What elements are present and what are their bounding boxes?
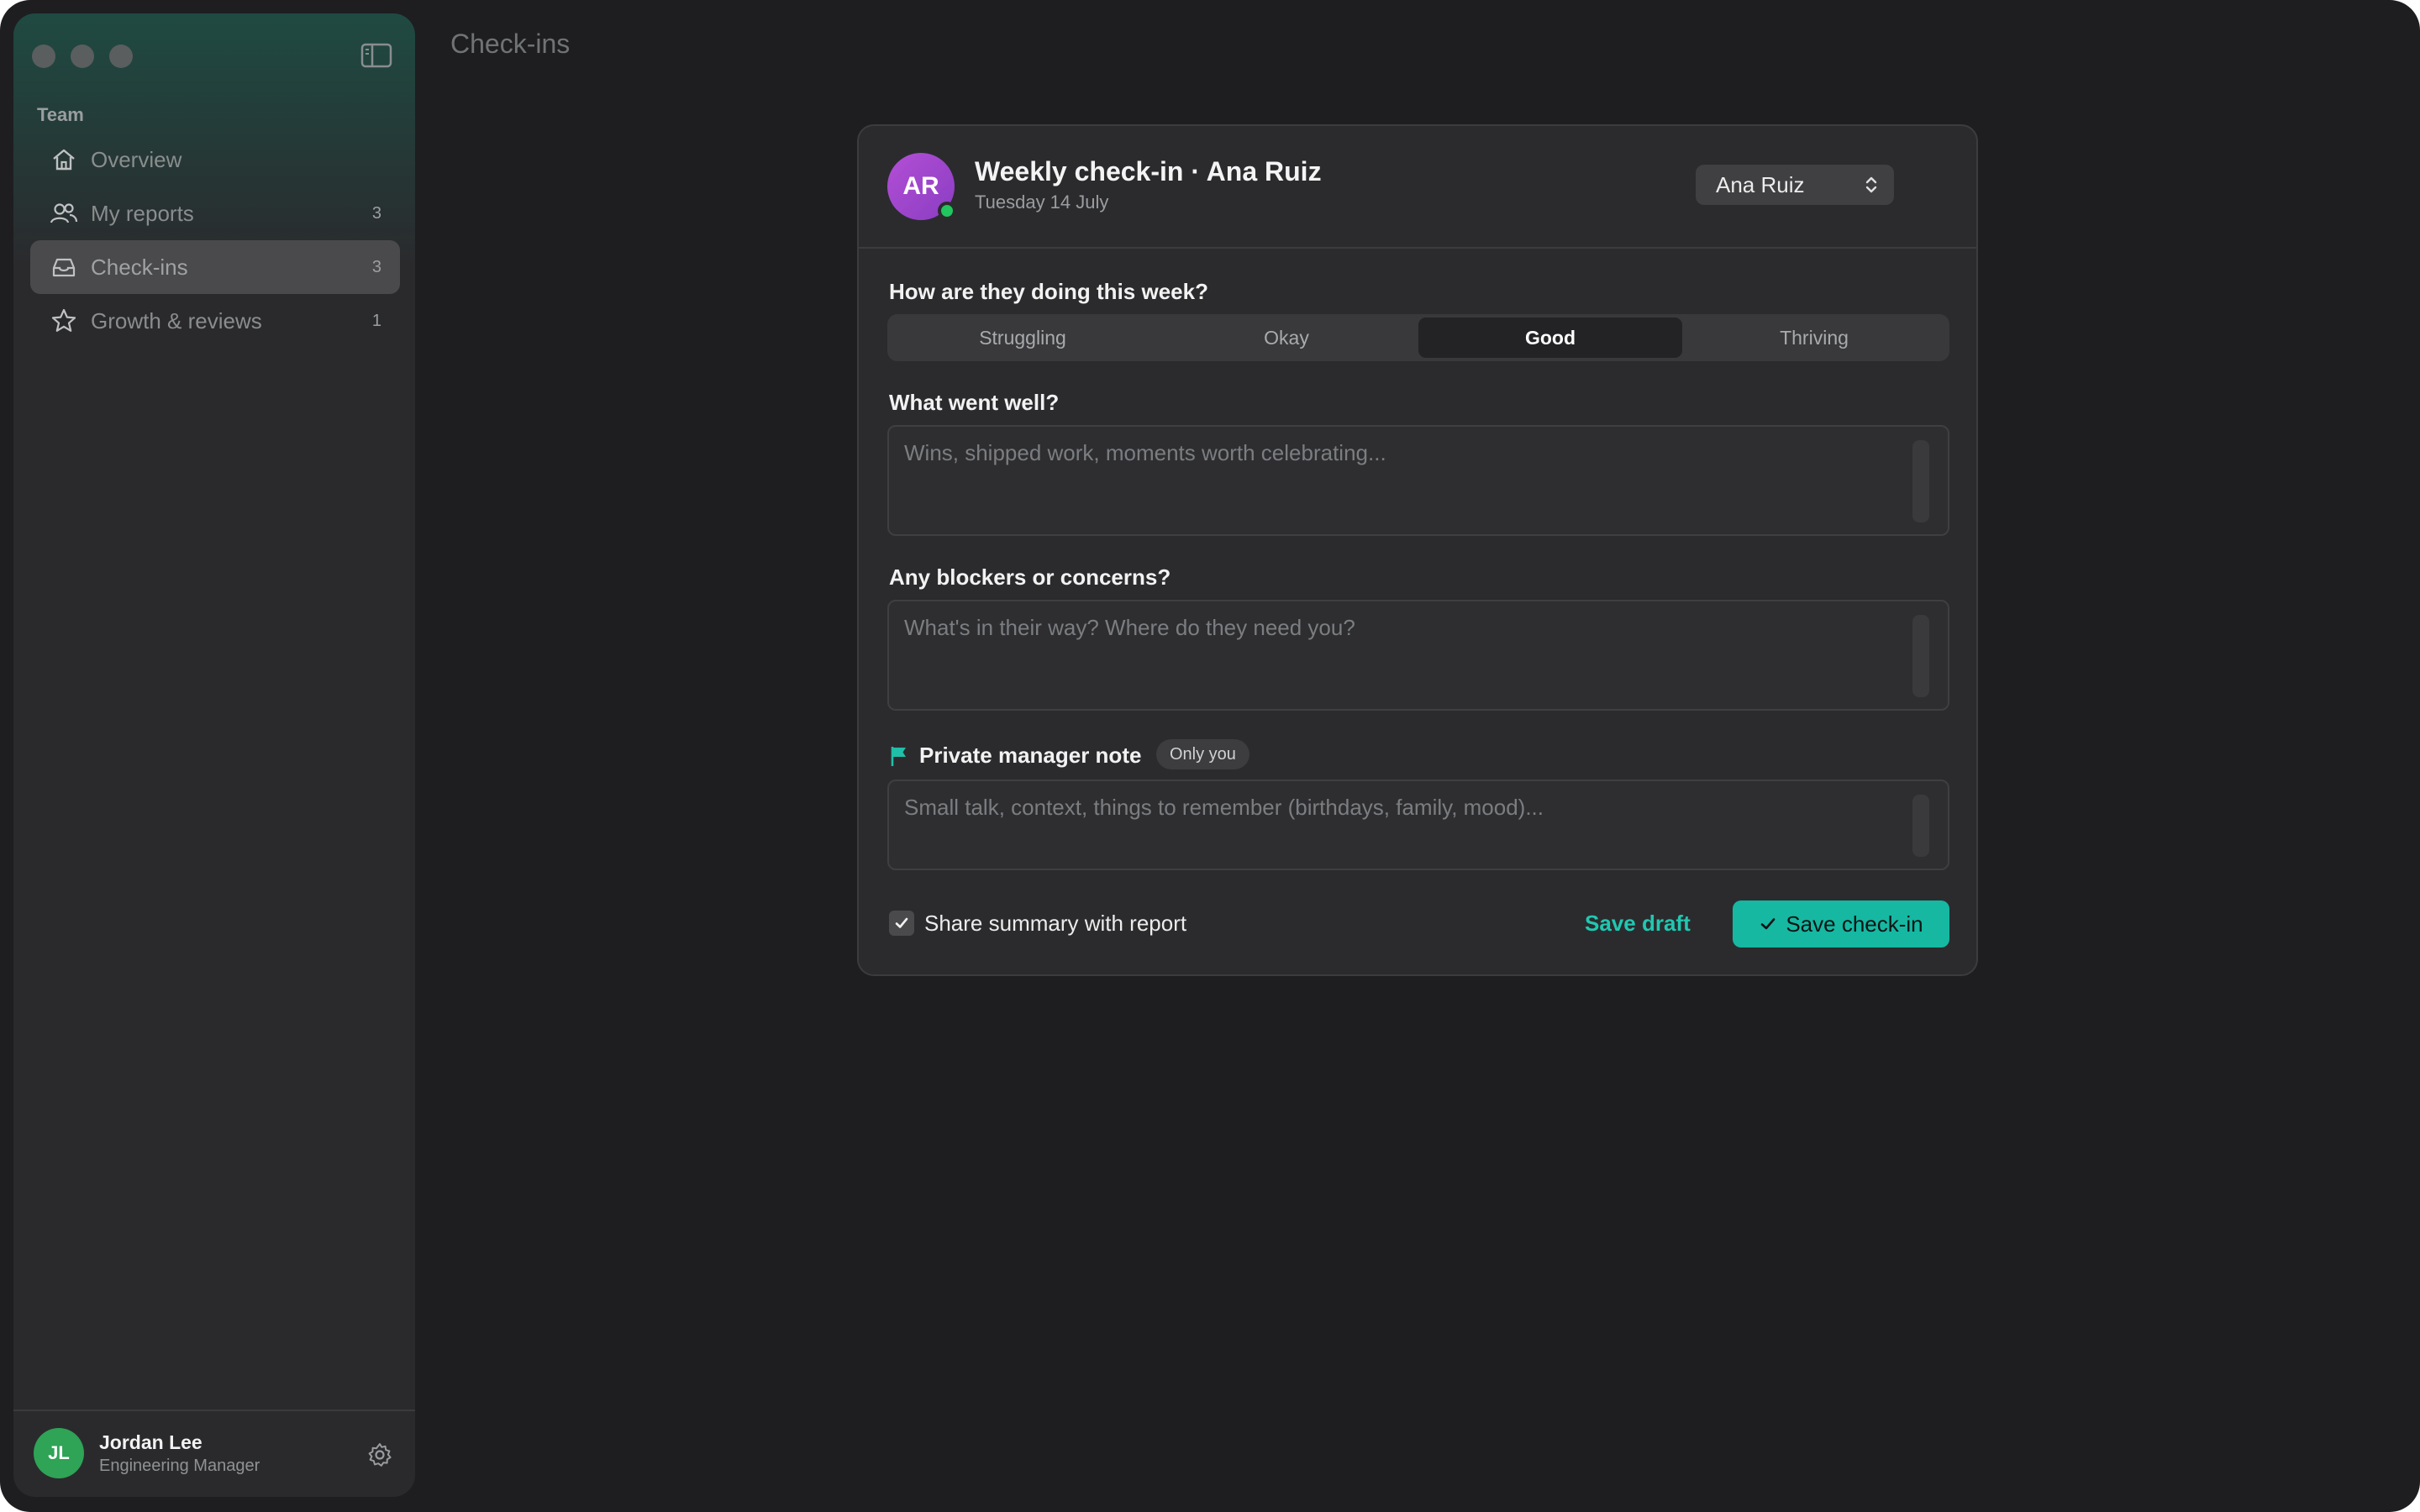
person-select[interactable]: Ana Ruiz [1696,165,1894,205]
star-icon [49,306,79,336]
blockers-textarea[interactable]: What's in their way? Where do they need … [887,600,1949,711]
flag-icon [891,747,906,766]
mood-question: How are they doing this week? [889,279,1208,304]
checkmark-icon [1761,918,1776,930]
minimize-window-button[interactable] [71,45,94,68]
only-you-badge: Only you [1156,739,1249,769]
share-summary-checkbox[interactable] [889,911,914,936]
card-date: Tuesday 14 July [975,192,1109,213]
page-title: Check-ins [450,29,571,59]
textarea-scrollbar[interactable] [1912,795,1929,857]
user-name: Jordan Lee [99,1431,203,1453]
sidebar-item-count: 1 [371,311,381,330]
mood-option-struggling[interactable]: Struggling [891,318,1155,358]
close-window-button[interactable] [32,45,55,68]
sidebar-item-check-ins[interactable]: Check-ins 3 [30,240,400,294]
person-select-value: Ana Ruiz [1716,171,1805,197]
avatar: JL [34,1428,84,1478]
mood-segmented-control: Struggling Okay Good Thriving [887,314,1949,361]
blockers-label: Any blockers or concerns? [889,564,1171,590]
went-well-label: What went well? [889,390,1060,415]
mood-option-thriving[interactable]: Thriving [1682,318,1946,358]
zoom-window-button[interactable] [109,45,133,68]
sidebar-section-team: Team [37,104,84,125]
inbox-icon [49,252,79,282]
sidebar-item-my-reports[interactable]: My reports 3 [30,186,400,240]
gear-icon[interactable] [366,1441,393,1468]
card-title: Weekly check-in · Ana Ruiz [975,156,1322,186]
card-header: AR Weekly check-in · Ana Ruiz Tuesday 14… [859,126,1976,249]
home-icon [49,144,79,175]
sidebar-toggle-icon[interactable] [360,40,393,71]
sidebar-item-overview[interactable]: Overview [30,133,400,186]
textarea-scrollbar[interactable] [1912,615,1929,697]
sidebar-item-growth-reviews[interactable]: Growth & reviews 1 [30,294,400,348]
textarea-scrollbar[interactable] [1912,440,1929,522]
private-note-label: Private manager note [919,743,1142,768]
sidebar-item-label: Growth & reviews [91,307,262,333]
sidebar-item-count: 3 [371,257,381,276]
chevron-up-down-icon [1865,176,1877,193]
private-note-textarea[interactable]: Small talk, context, things to remember … [887,780,1949,870]
mood-option-okay[interactable]: Okay [1155,318,1418,358]
private-note-placeholder: Small talk, context, things to remember … [904,795,1544,820]
sidebar-item-label: Check-ins [91,254,188,280]
went-well-textarea[interactable]: Wins, shipped work, moments worth celebr… [887,425,1949,536]
blockers-placeholder: What's in their way? Where do they need … [904,615,1355,640]
checkmark-icon [895,917,908,928]
sidebar-item-label: My reports [91,200,194,226]
went-well-placeholder: Wins, shipped work, moments worth celebr… [904,440,1386,465]
save-check-in-button[interactable]: Save check-in [1733,900,1949,948]
users-icon [49,198,79,228]
sidebar-item-count: 3 [371,203,381,223]
user-role: Engineering Manager [99,1457,260,1475]
sidebar-nav: Overview My reports 3 Check-ins 3 Growth… [30,133,400,348]
check-in-card: AR Weekly check-in · Ana Ruiz Tuesday 14… [857,124,1978,976]
sidebar-item-label: Overview [91,146,182,172]
current-user[interactable]: JL Jordan Lee Engineering Manager [13,1410,415,1497]
share-summary-label[interactable]: Share summary with report [924,911,1186,937]
save-draft-button[interactable]: Save draft [1585,911,1691,937]
online-status-dot [938,202,956,220]
app-window: Team Overview My reports 3 Check-ins 3 G… [0,0,2420,1512]
save-check-in-label: Save check-in [1786,911,1923,937]
sidebar: Team Overview My reports 3 Check-ins 3 G… [13,13,415,1497]
mood-option-good[interactable]: Good [1418,318,1682,358]
